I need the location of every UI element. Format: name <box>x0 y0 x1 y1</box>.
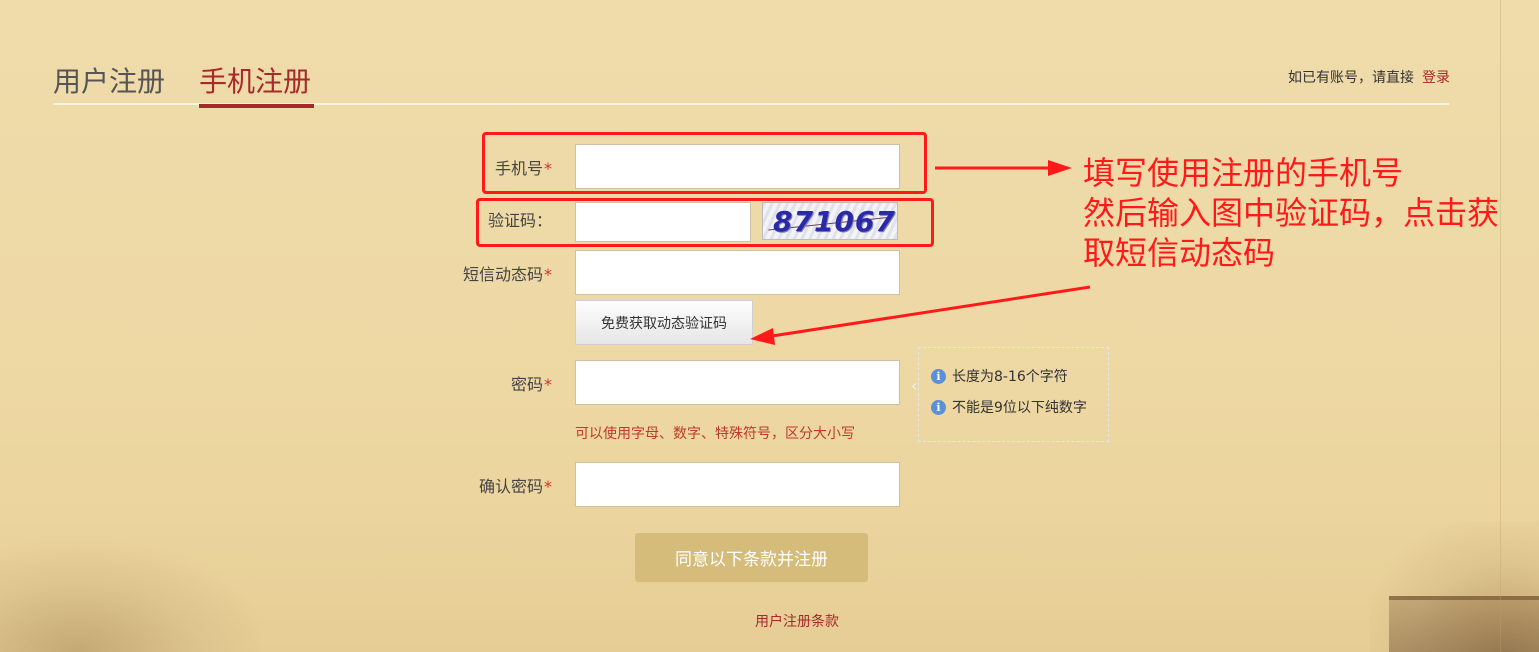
annotation-arrows <box>750 160 1091 345</box>
annotation-line: 取短信动态码 <box>1083 234 1276 272</box>
arrow-icon <box>1048 160 1072 176</box>
annotation-line: 然后输入图中验证码，点击获 <box>1083 194 1500 232</box>
arrow-icon <box>771 285 1091 338</box>
annotation-line: 填写使用注册的手机号 <box>1083 154 1404 192</box>
annotation-text: 填写使用注册的手机号 然后输入图中验证码，点击获 取短信动态码 <box>1083 153 1499 273</box>
arrow-icon <box>750 328 775 345</box>
